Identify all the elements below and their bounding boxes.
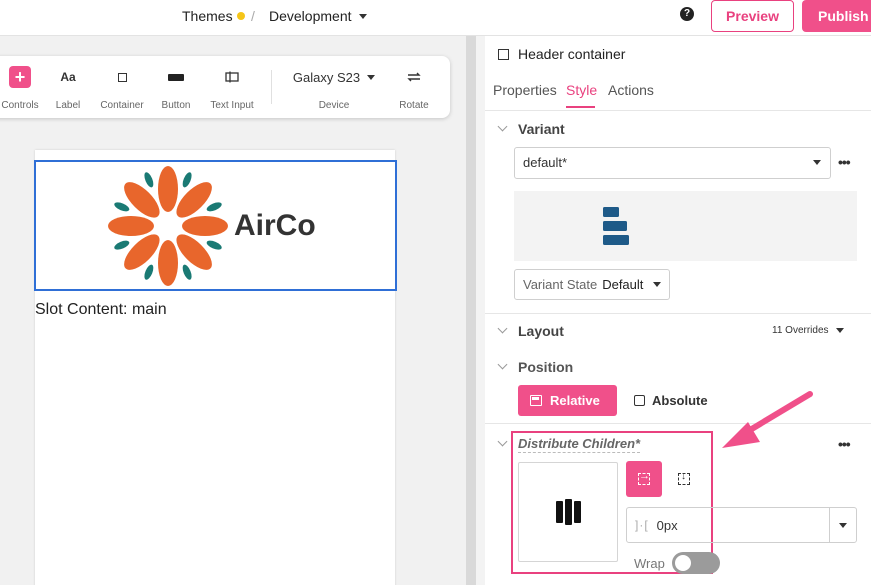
panel-edge: [476, 36, 485, 585]
chevron-down-icon: [839, 523, 847, 528]
arrow-down-icon: [678, 471, 690, 485]
slot-content-text: Slot Content: main: [35, 301, 167, 318]
rotate-tool[interactable]: Rotate: [390, 66, 438, 111]
variant-preview: [514, 191, 857, 261]
header-container[interactable]: AirCo: [34, 160, 397, 291]
chevron-down-icon: [367, 74, 376, 80]
arrow-right-icon: [638, 470, 650, 485]
container-icon: [498, 48, 509, 60]
relative-icon: [530, 395, 542, 406]
top-bar: Themes / Development ? Preview Publish: [0, 0, 871, 36]
canvas-scrollbar[interactable]: [466, 36, 476, 585]
direction-row-button[interactable]: [626, 461, 662, 497]
wrap-label: Wrap: [634, 556, 665, 571]
device-preview: AirCo Slot Content: main: [34, 150, 397, 585]
controls-tool[interactable]: + Controls: [0, 66, 42, 111]
rotate-label: Rotate: [399, 100, 429, 111]
breadcrumb-separator: /: [251, 8, 255, 24]
themes-menu[interactable]: Themes: [182, 8, 245, 24]
brand-name: AirCo: [234, 209, 316, 242]
variant-state-label: Variant State: [523, 277, 598, 292]
variant-select[interactable]: default*: [514, 147, 831, 179]
tab-actions[interactable]: Actions: [608, 82, 654, 98]
annotation-arrow-icon: [722, 391, 813, 448]
chevron-down-icon: [358, 13, 367, 19]
preview-button[interactable]: Preview: [711, 0, 794, 32]
direction-column-button[interactable]: [666, 461, 702, 497]
stack-layout-icon: [603, 207, 629, 245]
child-bar: [564, 499, 572, 525]
component-name: Header container: [518, 46, 626, 62]
absolute-icon: [634, 395, 645, 406]
chevron-down-icon: [813, 160, 821, 165]
tab-properties[interactable]: Properties: [493, 82, 557, 98]
airco-logo-icon: [108, 166, 228, 286]
tabs-divider: [485, 110, 871, 111]
distribution-preview: [518, 462, 618, 562]
label-tool[interactable]: Aa Label: [48, 66, 88, 111]
publish-button[interactable]: Publish: [802, 0, 871, 32]
variant-section-title: Variant: [518, 121, 565, 137]
gap-input[interactable]: ]·[ 0px: [626, 507, 830, 543]
container-icon: [117, 72, 127, 82]
relative-label: Relative: [550, 393, 600, 408]
toolbar-divider: [271, 70, 272, 104]
controls-label: Controls: [1, 100, 39, 111]
text-input-tool[interactable]: Text Input: [204, 66, 260, 111]
overrides-dropdown[interactable]: 11 Overrides: [772, 325, 844, 336]
gap-icon: ]·[: [635, 518, 649, 532]
label-tool-label: Label: [55, 100, 81, 111]
child-bar: [573, 501, 581, 523]
environment-label: Development: [269, 8, 352, 24]
variant-divider: [485, 313, 871, 314]
help-icon[interactable]: ?: [680, 7, 694, 21]
themes-label: Themes: [182, 8, 233, 24]
button-label: Button: [161, 100, 191, 111]
plus-icon: +: [9, 66, 31, 88]
component-toolbar: + Controls Aa Label Container Button Tex…: [0, 56, 450, 118]
device-value: Galaxy S23: [292, 69, 361, 85]
relative-button[interactable]: Relative: [518, 385, 617, 416]
unsaved-dot-icon: [236, 12, 245, 20]
tab-style[interactable]: Style: [566, 82, 597, 98]
variant-state-value: Default: [602, 277, 644, 292]
chevron-down-icon: [653, 282, 661, 287]
position-section-title: Position: [518, 359, 574, 375]
wrap-toggle[interactable]: [672, 552, 720, 574]
rotate-icon: [407, 72, 421, 82]
more-options-icon[interactable]: •••: [838, 154, 851, 170]
text-input-label: Text Input: [210, 100, 254, 111]
child-bar: [555, 501, 563, 523]
more-options-icon[interactable]: •••: [838, 436, 851, 452]
layout-section-title: Layout: [518, 323, 564, 339]
gap-value: 0px: [656, 517, 678, 533]
chevron-down-icon: [835, 328, 844, 333]
button-icon: [168, 73, 184, 81]
container-label: Container: [100, 100, 144, 111]
active-tab-indicator: [566, 106, 595, 108]
selected-component-title: Header container: [498, 46, 625, 62]
text-input-icon: [225, 71, 239, 83]
overrides-count: 11 Overrides: [772, 325, 829, 336]
device-selector[interactable]: Galaxy S23 Device: [286, 66, 382, 111]
device-label: Device: [318, 100, 350, 111]
variant-select-value: default*: [523, 155, 568, 170]
text-icon: Aa: [60, 70, 76, 84]
variant-state-select[interactable]: Variant State Default: [514, 269, 670, 300]
environment-dropdown[interactable]: Development: [269, 8, 367, 24]
button-tool[interactable]: Button: [154, 66, 198, 111]
container-tool[interactable]: Container: [95, 66, 149, 111]
